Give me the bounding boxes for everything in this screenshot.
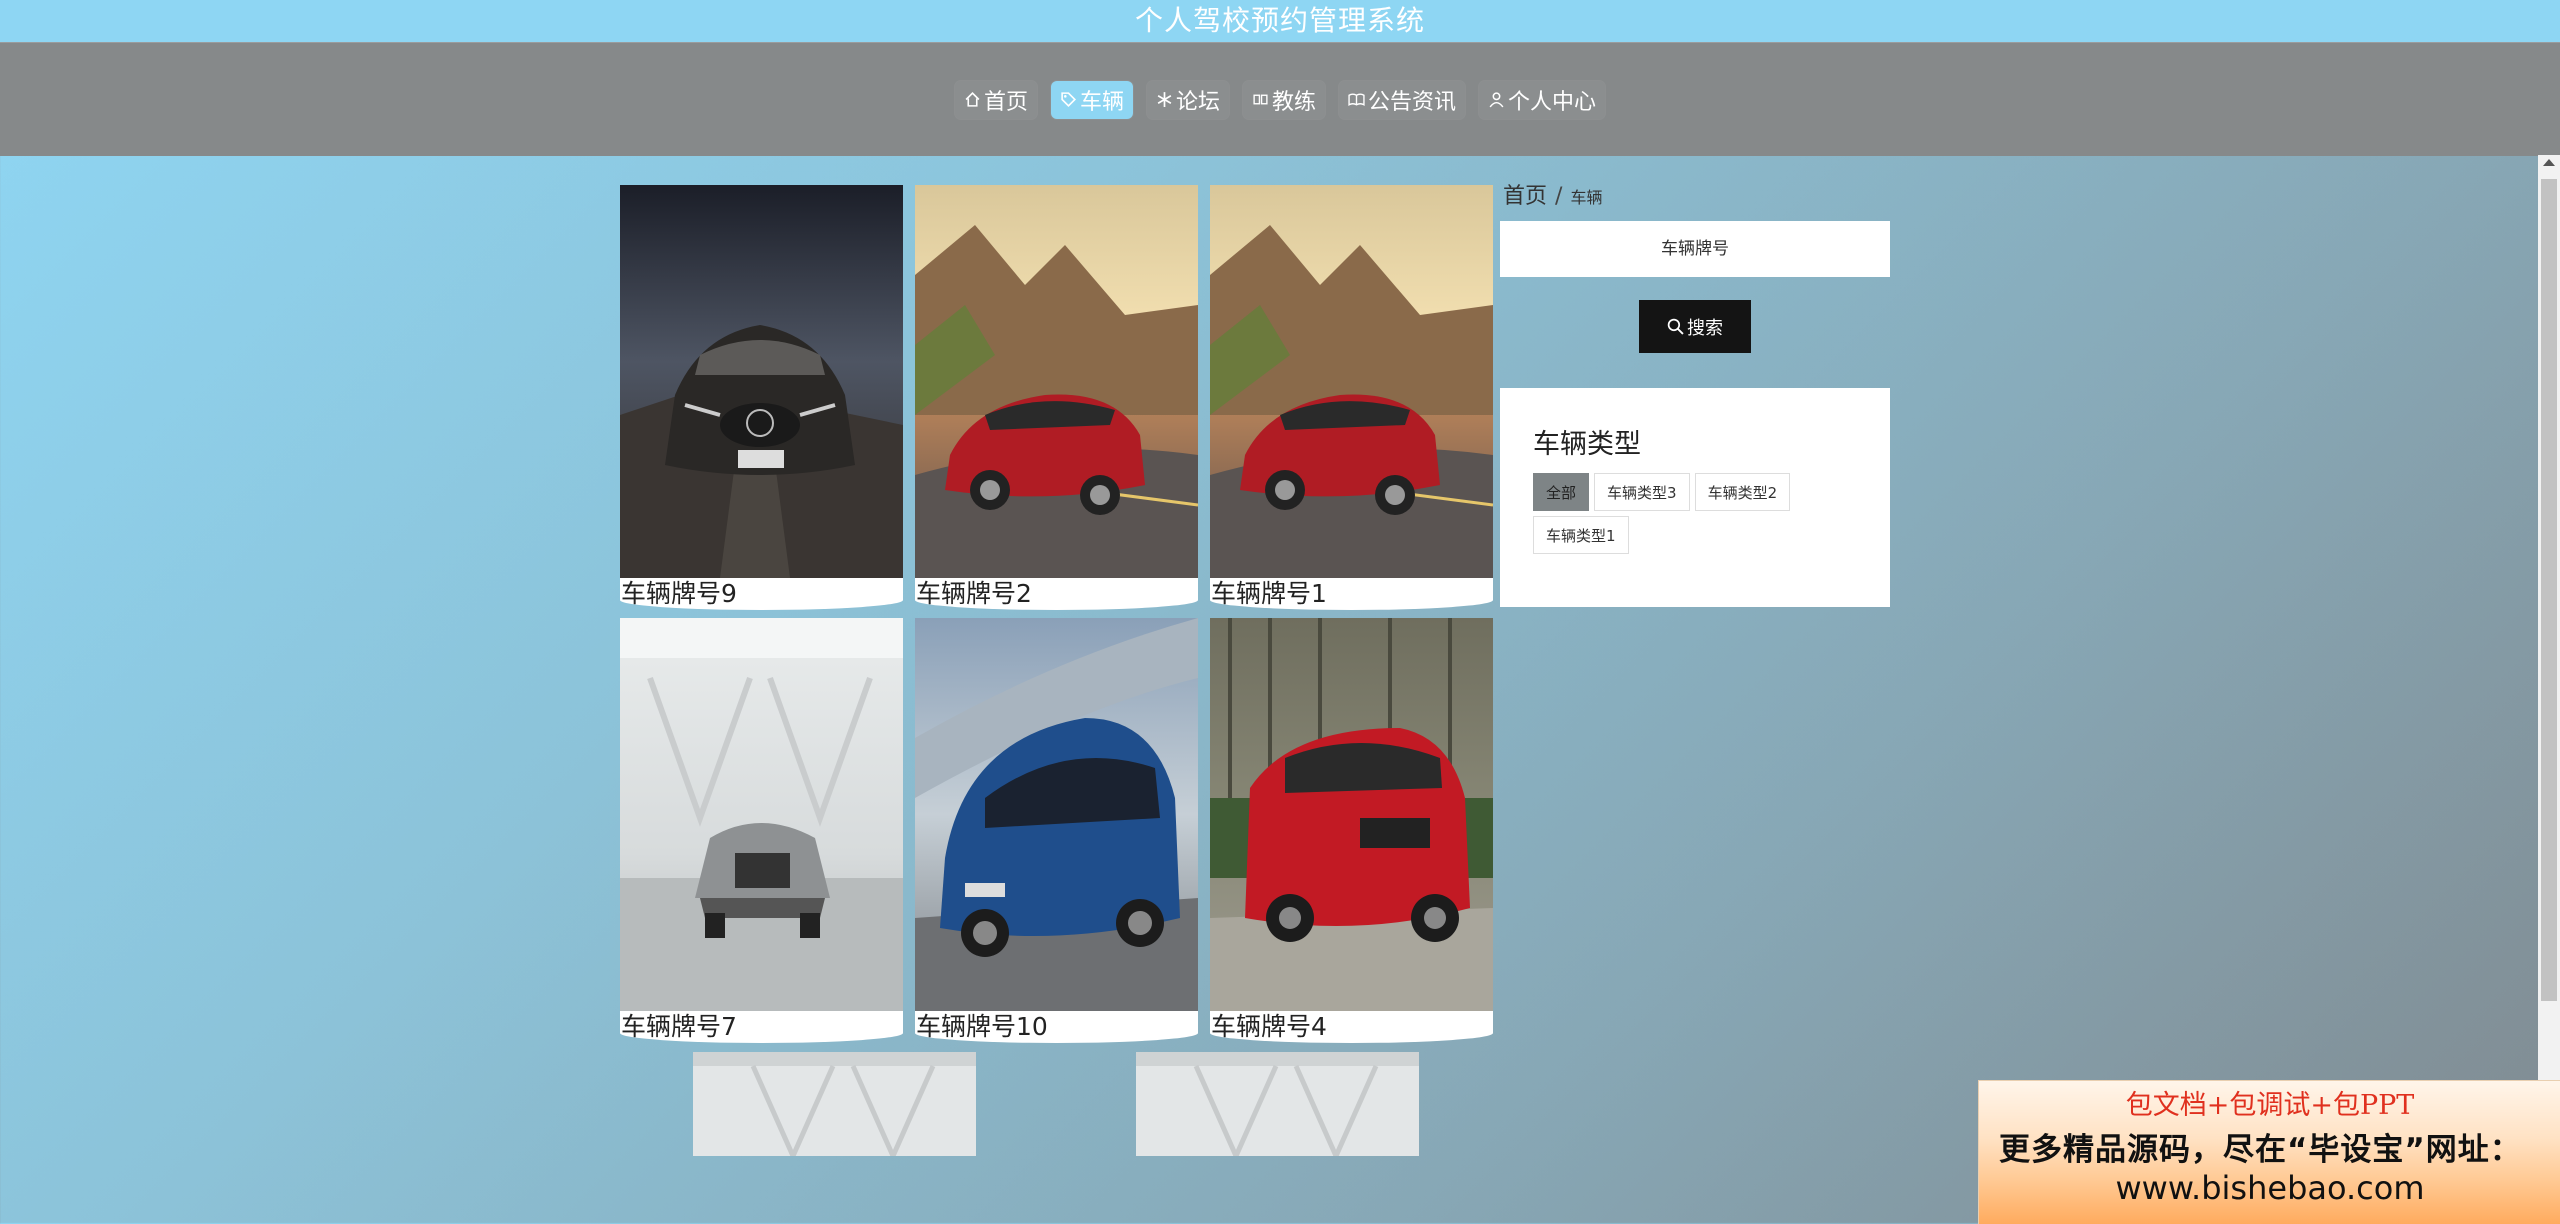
vehicle-thumbnail[interactable] <box>693 1052 976 1156</box>
breadcrumb-separator: / <box>1555 184 1563 209</box>
nav-label: 车辆 <box>1079 89 1124 115</box>
nav-item-forum[interactable]: 论坛 <box>1146 80 1229 119</box>
vehicle-type-tags: 全部 车辆类型3 车辆类型2 车辆类型1 <box>1533 473 1863 554</box>
type-tag-1[interactable]: 车辆类型1 <box>1533 516 1629 554</box>
vehicle-name[interactable]: 车辆牌号4 <box>1210 1011 1493 1043</box>
promo-url[interactable]: www.bishebao.com <box>1979 1169 2560 1207</box>
vehicle-card[interactable]: 车辆牌号4 <box>1210 618 1493 1043</box>
search-button-label: 搜索 <box>1687 317 1723 338</box>
search-icon <box>1667 318 1684 335</box>
nav-label: 个人中心 <box>1508 89 1597 115</box>
search-button[interactable]: 搜索 <box>1639 300 1751 353</box>
vehicle-name[interactable]: 车辆牌号9 <box>620 578 903 610</box>
page-scrollbar[interactable] <box>2538 155 2560 1080</box>
vehicle-name[interactable]: 车辆牌号1 <box>1210 578 1493 610</box>
tag-icon <box>1060 91 1077 108</box>
breadcrumb-home[interactable]: 首页 <box>1503 184 1547 209</box>
nav-item-profile[interactable]: 个人中心 <box>1479 80 1606 119</box>
nav-item-vehicles[interactable]: 车辆 <box>1050 80 1133 119</box>
vehicle-card[interactable]: 车辆牌号10 <box>915 618 1198 1043</box>
vehicle-name[interactable]: 车辆牌号7 <box>620 1011 903 1043</box>
plate-search-input[interactable] <box>1500 221 1890 277</box>
vehicle-image[interactable] <box>1210 185 1493 578</box>
vehicle-image[interactable] <box>915 618 1198 1011</box>
nav-item-coach[interactable]: 教练 <box>1243 80 1326 119</box>
nav-item-home[interactable]: 首页 <box>954 80 1037 119</box>
promo-line-1: 包文档+包调试+包PPT <box>2125 1090 2415 1121</box>
vehicle-name[interactable]: 车辆牌号10 <box>915 1011 1198 1043</box>
user-icon <box>1488 91 1505 108</box>
vehicle-image[interactable] <box>620 185 903 578</box>
vehicle-image[interactable] <box>915 185 1198 578</box>
vehicle-card[interactable]: 车辆牌号1 <box>1210 185 1493 610</box>
vehicle-thumbnail[interactable] <box>1136 1052 1419 1156</box>
nav-label: 首页 <box>983 89 1028 115</box>
vehicle-type-title: 车辆类型 <box>1533 429 1641 460</box>
type-tag-2[interactable]: 车辆类型2 <box>1694 473 1791 511</box>
nav-item-news[interactable]: 公告资讯 <box>1339 80 1466 119</box>
scrollbar-thumb[interactable] <box>2541 179 2557 1001</box>
promo-banner[interactable]: 包文档+包调试+包PPT 更多精品源码，尽在“毕设宝”网址： www.bishe… <box>1978 1080 2560 1224</box>
vehicle-card[interactable]: 车辆牌号9 <box>620 185 903 610</box>
nav-label: 公告资讯 <box>1368 89 1457 115</box>
vehicle-card[interactable]: 车辆牌号7 <box>620 618 903 1043</box>
vehicle-type-panel: 车辆类型 全部 车辆类型3 车辆类型2 车辆类型1 <box>1500 388 1890 607</box>
main-nav: 首页 车辆 论坛 教练 公告资讯 个人中心 <box>0 42 2560 156</box>
home-icon <box>964 91 981 108</box>
scroll-up-arrow-icon[interactable] <box>2543 159 2555 166</box>
type-tag-3[interactable]: 车辆类型3 <box>1594 473 1690 511</box>
promo-line-2: 更多精品源码，尽在“毕设宝”网址： <box>1999 1132 2522 1168</box>
app-title: 个人驾校预约管理系统 <box>0 0 2560 42</box>
vehicle-name[interactable]: 车辆牌号2 <box>915 578 1198 610</box>
users-icon <box>1252 91 1269 108</box>
type-tag-all[interactable]: 全部 <box>1533 473 1590 511</box>
vehicle-card[interactable]: 车辆牌号2 <box>915 185 1198 610</box>
snowflake-icon <box>1156 91 1173 108</box>
nav-label: 教练 <box>1272 89 1317 115</box>
vehicle-image[interactable] <box>1210 618 1493 1011</box>
nav-label: 论坛 <box>1175 89 1220 115</box>
breadcrumb: 首页 / 车辆 <box>1503 178 1602 210</box>
book-icon <box>1348 91 1365 108</box>
breadcrumb-current: 车辆 <box>1570 188 1603 207</box>
vehicle-image[interactable] <box>620 618 903 1011</box>
